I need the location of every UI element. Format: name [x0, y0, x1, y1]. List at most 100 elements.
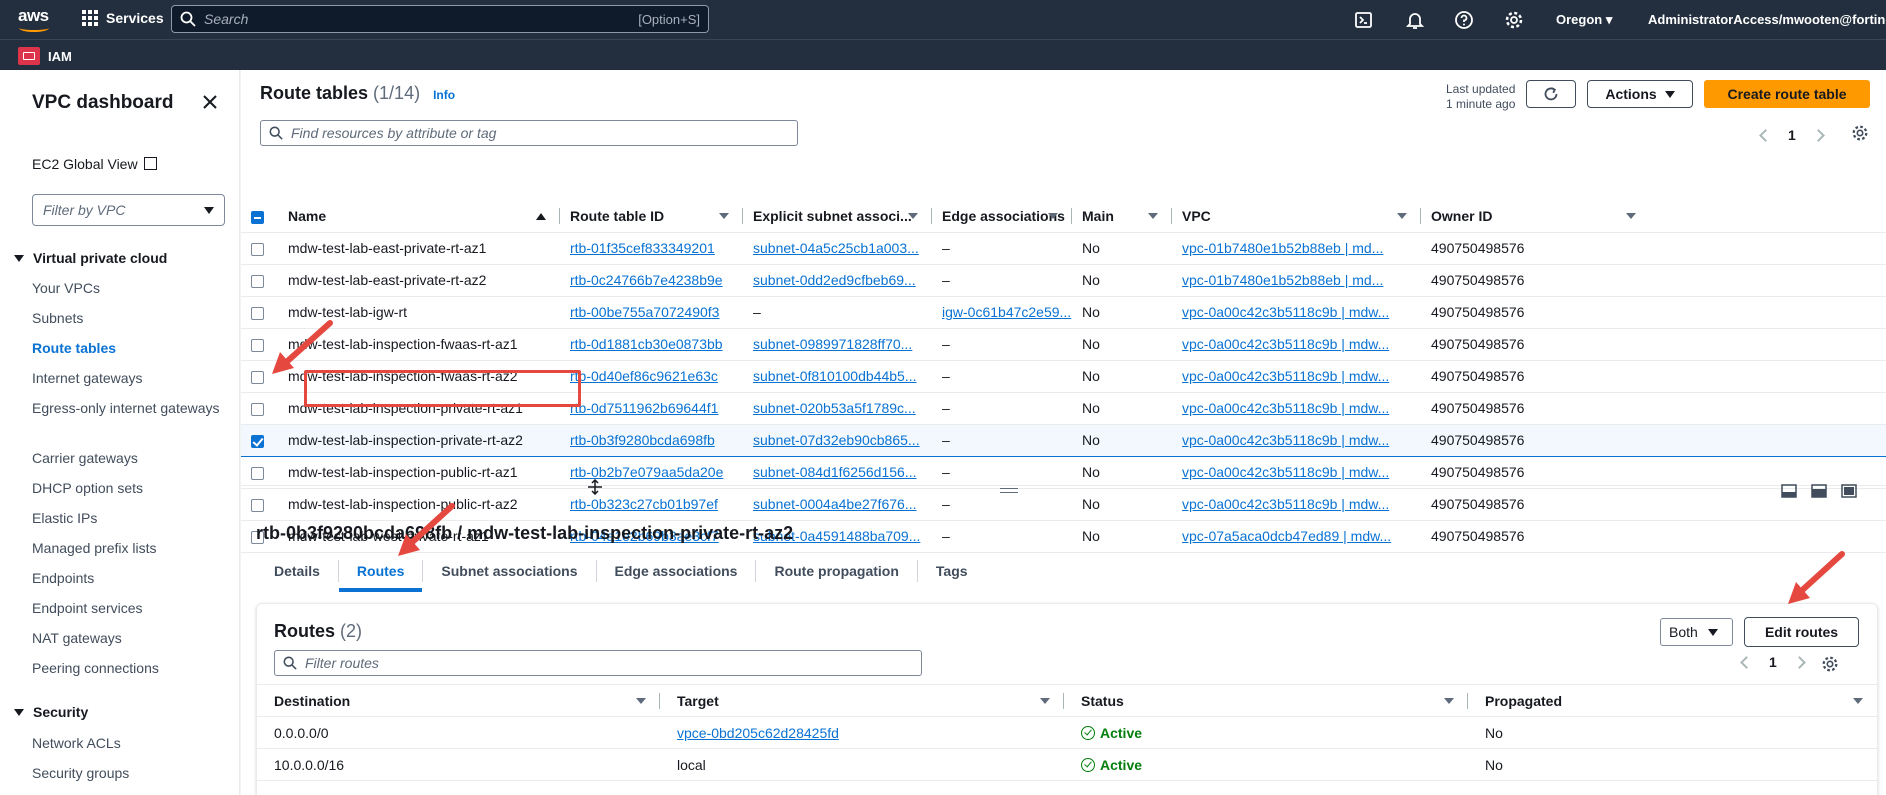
account-menu[interactable]: AdministratorAccess/mwooten@fortinet.co [1648, 12, 1886, 27]
sidebar-item-ec2-global-view[interactable]: EC2 Global View [32, 156, 157, 172]
row-subnet-link[interactable]: subnet-0dd2ed9cfbeb69... [753, 272, 916, 288]
global-search-input[interactable]: Search [Option+S] [171, 5, 709, 33]
tab-edge-associations[interactable]: Edge associations [597, 560, 757, 582]
sidebar-item-nat-gateways[interactable]: NAT gateways [32, 628, 222, 649]
resize-handle-icon[interactable] [1000, 488, 1018, 493]
checkbox-cell[interactable] [241, 423, 278, 457]
table-row[interactable]: mdw-test-lab-inspection-private-rt-az2 rt… [241, 423, 1886, 457]
tab-routes[interactable]: Routes [338, 560, 424, 592]
row-route-table-id-link[interactable]: rtb-0b3f9280bcda698fb [570, 432, 715, 448]
sidebar-item-network-acls[interactable]: Network ACLs [32, 733, 222, 754]
row-checkbox[interactable] [251, 498, 264, 512]
row-subnet-link[interactable]: subnet-020b53a5f1789c... [753, 400, 916, 416]
row-vpc-link[interactable]: vpc-0a00c42c3b5118c9b | mdw... [1182, 304, 1389, 320]
sidebar-item-peering-connections[interactable]: Peering connections [32, 658, 222, 679]
col-vpc[interactable]: VPC [1172, 200, 1421, 233]
row-vpc-link[interactable]: vpc-01b7480e1b52b88eb | md... [1182, 272, 1383, 288]
tab-details[interactable]: Details [256, 560, 339, 582]
table-row[interactable]: mdw-test-lab-inspection-public-rt-az1 rtb… [241, 456, 1886, 489]
bell-icon[interactable] [1405, 10, 1425, 30]
col-destination[interactable]: Destination [257, 684, 660, 717]
checkbox-cell[interactable] [241, 232, 278, 265]
sidebar-item-managed-prefix-lists[interactable]: Managed prefix lists [32, 538, 222, 559]
iam-service-icon[interactable] [18, 47, 40, 65]
row-route-table-id-link[interactable]: rtb-01f35cef833349201 [570, 240, 715, 256]
preferences-gear-icon[interactable] [1851, 124, 1869, 142]
drag-handle-icon[interactable] [587, 479, 603, 495]
row-vpc-link[interactable]: vpc-0a00c42c3b5118c9b | mdw... [1182, 336, 1389, 352]
row-edge-link[interactable]: igw-0c61b47c2e59... [942, 304, 1071, 320]
region-selector[interactable]: Oregon ▾ [1556, 12, 1612, 28]
col-owner-id[interactable]: Owner ID [1421, 200, 1886, 233]
checkbox-cell[interactable] [241, 264, 278, 297]
tab-subnet-associations[interactable]: Subnet associations [423, 560, 597, 582]
sidebar-item-security-groups[interactable]: Security groups [32, 763, 222, 784]
col-target[interactable]: Target [660, 684, 1064, 717]
row-checkbox[interactable] [251, 306, 264, 320]
aws-logo[interactable]: aws [18, 7, 52, 33]
vpc-filter-select[interactable]: Filter by VPC [32, 194, 225, 226]
sidebar-item-endpoint-services[interactable]: Endpoint services [32, 598, 222, 619]
col-route-table-id[interactable]: Route table ID [560, 200, 743, 233]
layout-split-icon[interactable] [1811, 484, 1827, 498]
edit-routes-button[interactable]: Edit routes [1744, 617, 1859, 647]
sidebar-item-route-tables[interactable]: Route tables [32, 338, 222, 359]
route-filter-select[interactable]: Both [1660, 618, 1733, 646]
sidebar-item-dhcp-option-sets[interactable]: DHCP option sets [32, 478, 222, 499]
sidebar-item-your-vpcs[interactable]: Your VPCs [32, 278, 222, 299]
cloudshell-icon[interactable] [1354, 10, 1374, 30]
checkbox-cell[interactable] [241, 456, 278, 489]
row-checkbox[interactable] [251, 338, 264, 352]
sidebar-item-carrier-gateways[interactable]: Carrier gateways [32, 448, 222, 469]
col-propagated[interactable]: Propagated [1468, 684, 1877, 717]
col-status[interactable]: Status [1064, 684, 1468, 717]
row-route-table-id-link[interactable]: rtb-00be755a7072490f3 [570, 304, 719, 320]
chevron-right-icon[interactable] [1792, 655, 1806, 669]
refresh-button[interactable] [1526, 80, 1576, 108]
row-vpc-link[interactable]: vpc-0a00c42c3b5118c9b | mdw... [1182, 368, 1389, 384]
row-subnet-link[interactable]: subnet-084d1f6256d156... [753, 464, 916, 480]
row-checkbox[interactable] [251, 466, 264, 480]
iam-service-link[interactable]: IAM [48, 49, 72, 64]
col-name[interactable]: Name [278, 200, 560, 233]
row-subnet-link[interactable]: subnet-04a5c25cb1a003... [753, 240, 919, 256]
routes-filter-input[interactable]: Filter routes [274, 650, 922, 676]
routes-preferences-gear-icon[interactable] [1821, 655, 1839, 673]
row-route-table-id-link[interactable]: rtb-0b2b7e079aa5da20e [570, 464, 723, 480]
row-route-table-id-link[interactable]: rtb-0d1881cb30e0873bb [570, 336, 723, 352]
col-main[interactable]: Main [1072, 200, 1172, 233]
sidebar-section-security[interactable]: Security [14, 704, 88, 720]
table-row[interactable]: mdw-test-lab-east-private-rt-az2 rtb-0c24… [241, 264, 1886, 297]
checkbox-cell[interactable] [241, 392, 278, 425]
sidebar-item-endpoints[interactable]: Endpoints [32, 568, 222, 589]
page-number[interactable]: 1 [1788, 127, 1796, 143]
panel-splitter[interactable] [241, 479, 1886, 499]
close-icon[interactable] [200, 92, 220, 112]
page-number[interactable]: 1 [1769, 654, 1777, 670]
tab-route-propagation[interactable]: Route propagation [756, 560, 918, 582]
row-checkbox[interactable] [251, 274, 264, 288]
row-checkbox[interactable] [251, 370, 264, 384]
table-row[interactable]: mdw-test-lab-igw-rt rtb-00be755a7072490f3… [241, 296, 1886, 329]
layout-bottom-icon[interactable] [1781, 484, 1797, 498]
row-subnet-link[interactable]: subnet-0f810100db44b5... [753, 368, 916, 384]
row-subnet-link[interactable]: subnet-07d32eb90cb865... [753, 432, 920, 448]
row-checkbox[interactable] [251, 434, 264, 448]
tab-tags[interactable]: Tags [918, 560, 986, 582]
gear-icon[interactable] [1504, 10, 1524, 30]
route-target[interactable]: vpce-0bd205c62d28425fd [677, 725, 839, 741]
help-icon[interactable] [1454, 10, 1474, 30]
actions-dropdown[interactable]: Actions [1587, 80, 1693, 108]
row-vpc-link[interactable]: vpc-0a00c42c3b5118c9b | mdw... [1182, 432, 1389, 448]
layout-full-icon[interactable] [1841, 484, 1857, 498]
sidebar-item-egress-only-gateways[interactable]: Egress-only internet gateways [32, 398, 222, 419]
row-route-table-id-link[interactable]: rtb-0d40ef86c9621e63c [570, 368, 718, 384]
select-all-checkbox[interactable] [241, 200, 278, 233]
col-explicit-subnet[interactable]: Explicit subnet associ... [743, 200, 932, 233]
table-row[interactable]: mdw-test-lab-east-private-rt-az1 rtb-01f3… [241, 232, 1886, 265]
chevron-left-icon[interactable] [1759, 128, 1772, 142]
row-subnet-link[interactable]: subnet-0989971828ff70... [753, 336, 912, 352]
row-route-table-id-link[interactable]: rtb-0d7511962b69644f1 [570, 400, 718, 416]
row-vpc-link[interactable]: vpc-01b7480e1b52b88eb | md... [1182, 240, 1383, 256]
row-vpc-link[interactable]: vpc-0a00c42c3b5118c9b | mdw... [1182, 464, 1389, 480]
